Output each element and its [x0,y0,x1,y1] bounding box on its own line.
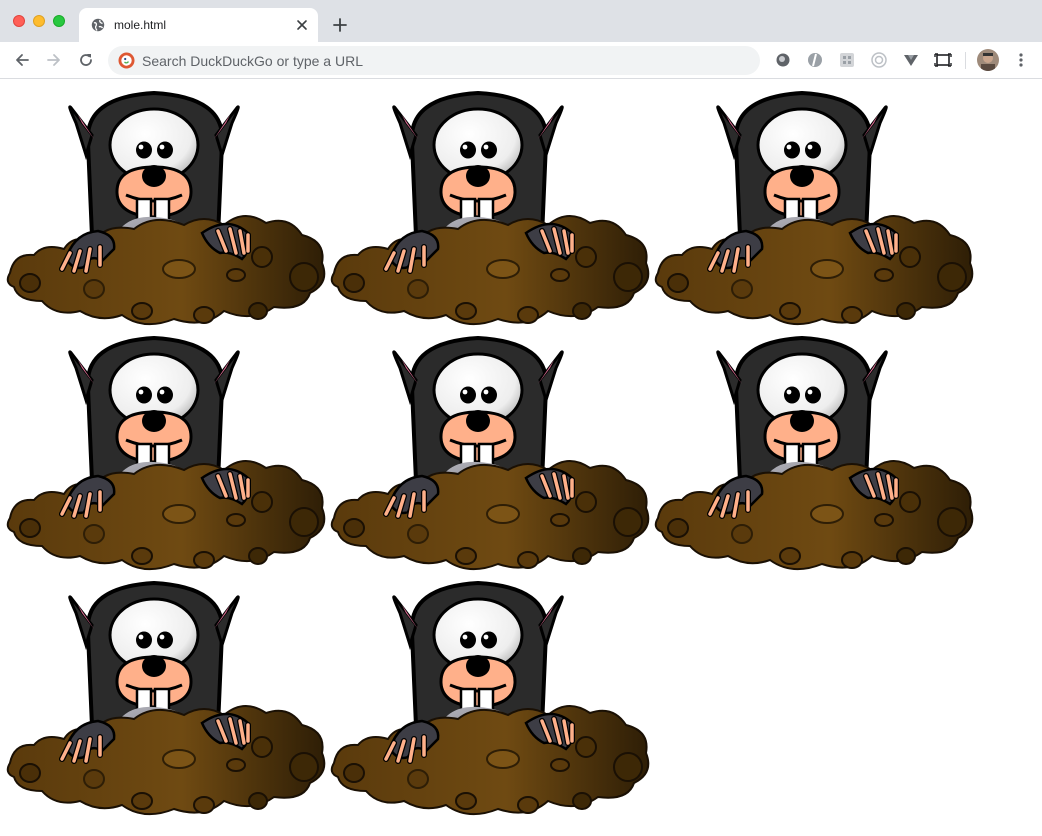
tab-active[interactable]: mole.html [79,8,318,42]
window-maximize-button[interactable] [53,15,65,27]
extension-grid-icon[interactable] [838,51,856,69]
extension-v-icon[interactable] [902,51,920,69]
extension-target-icon[interactable] [870,51,888,69]
window-minimize-button[interactable] [33,15,45,27]
address-bar[interactable]: Search DuckDuckGo or type a URL [108,46,760,75]
mole-image[interactable] [328,83,652,329]
mole-image[interactable] [4,573,328,819]
page-content [0,79,1042,836]
extension-circle-icon[interactable] [774,51,792,69]
reload-icon[interactable] [77,51,95,69]
tab-title: mole.html [114,18,167,32]
omnibox-placeholder: Search DuckDuckGo or type a URL [142,53,363,69]
toolbar-divider [965,52,966,69]
tab-strip: mole.html [0,0,1042,42]
globe-icon [91,18,105,32]
mole-image[interactable] [4,328,328,574]
browser-window: mole.html Search DuckDuckGo or type a UR… [0,0,1042,836]
mole-image[interactable] [652,328,976,574]
duckduckgo-icon [118,52,135,69]
new-tab-icon[interactable] [332,17,348,33]
extension-shield-icon[interactable] [806,51,824,69]
mole-image[interactable] [328,573,652,819]
mole-image[interactable] [4,83,328,329]
close-icon[interactable] [295,18,309,32]
window-close-button[interactable] [13,15,25,27]
arrow-right-icon[interactable] [45,51,63,69]
screenshot-icon[interactable] [934,51,952,69]
avatar[interactable] [977,49,999,71]
mole-image[interactable] [328,328,652,574]
mole-image[interactable] [652,83,976,329]
more-vertical-icon[interactable] [1012,51,1030,69]
browser-toolbar: Search DuckDuckGo or type a URL [0,42,1042,79]
arrow-left-icon[interactable] [13,51,31,69]
